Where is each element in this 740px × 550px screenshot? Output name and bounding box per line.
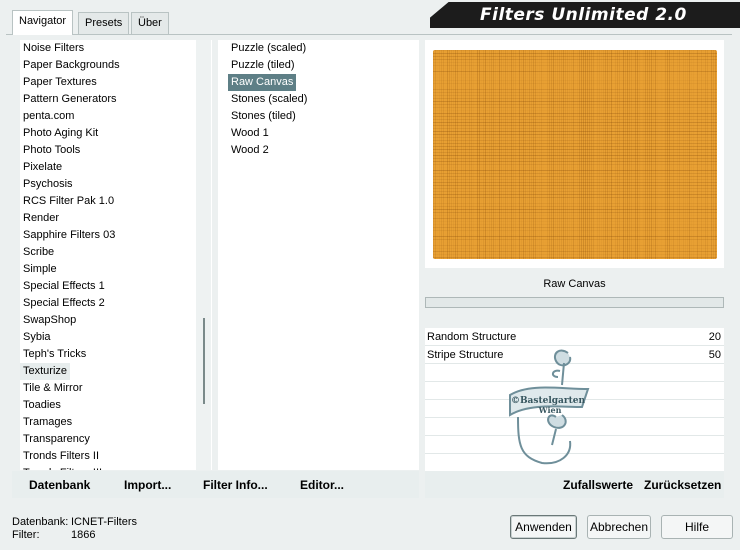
app-title: Filters Unlimited 2.0: [480, 5, 687, 25]
category-item[interactable]: Photo Aging Kit: [20, 125, 101, 142]
preview-image: [433, 50, 717, 259]
category-item[interactable]: Paper Backgrounds: [20, 57, 123, 74]
randomize-button[interactable]: Zufallswerte: [563, 478, 633, 492]
category-item[interactable]: Paper Textures: [20, 74, 100, 91]
param-label: Random Structure: [427, 331, 517, 343]
category-item[interactable]: Photo Tools: [20, 142, 83, 159]
import-button[interactable]: Import...: [124, 478, 171, 492]
category-item[interactable]: Special Effects 1: [20, 278, 108, 295]
filter-item[interactable]: Puzzle (tiled): [228, 57, 298, 74]
filter-list[interactable]: Puzzle (scaled) Puzzle (tiled) Raw Canvas S…: [218, 40, 419, 470]
watermark-logo: ©Bastelgarten Wien: [509, 349, 590, 465]
app-title-banner: Filters Unlimited 2.0: [430, 2, 740, 28]
category-item[interactable]: Tile & Mirror: [20, 380, 85, 397]
category-item[interactable]: Pattern Generators: [20, 91, 120, 108]
tab-navigator[interactable]: Navigator: [12, 10, 74, 35]
param-value[interactable]: 20: [709, 328, 721, 346]
filter-info-button[interactable]: Filter Info...: [203, 478, 268, 492]
category-item[interactable]: Toadies: [20, 397, 64, 414]
current-filter-name: Raw Canvas: [425, 273, 724, 295]
category-list[interactable]: Noise Filters Paper Backgrounds Paper Text…: [20, 40, 212, 470]
category-item[interactable]: Tramages: [20, 414, 75, 431]
category-item[interactable]: Special Effects 2: [20, 295, 108, 312]
category-item[interactable]: RCS Filter Pak 1.0: [20, 193, 117, 210]
category-item[interactable]: Texturize: [20, 363, 71, 380]
help-button[interactable]: Hilfe: [661, 515, 733, 539]
datenbank-button[interactable]: Datenbank: [29, 478, 90, 492]
tab-divider: [6, 34, 732, 35]
category-item[interactable]: Scribe: [20, 244, 57, 261]
database-label: Datenbank:: [12, 516, 69, 528]
category-item[interactable]: Sapphire Filters 03: [20, 227, 118, 244]
category-item[interactable]: SwapShop: [20, 312, 79, 329]
category-item[interactable]: Psychosis: [20, 176, 76, 193]
filter-item[interactable]: Stones (scaled): [228, 91, 310, 108]
category-item[interactable]: Render: [20, 210, 62, 227]
filter-item[interactable]: Wood 1: [228, 125, 272, 142]
category-item[interactable]: penta.com: [20, 108, 77, 125]
filter-item[interactable]: Puzzle (scaled): [228, 40, 309, 57]
tab-presets[interactable]: Presets: [78, 12, 130, 34]
param-value[interactable]: 50: [709, 346, 721, 364]
reset-button[interactable]: Zurücksetzen: [644, 478, 721, 492]
category-item[interactable]: Noise Filters: [20, 40, 87, 57]
category-item[interactable]: Tronds Filters II: [20, 448, 102, 465]
filter-item[interactable]: Wood 2: [228, 142, 272, 159]
category-scrollbar[interactable]: [196, 40, 211, 470]
category-item[interactable]: Sybia: [20, 329, 54, 346]
category-item[interactable]: Tronds Filters III: [20, 465, 105, 470]
category-item[interactable]: Simple: [20, 261, 60, 278]
tab-ueber[interactable]: Über: [131, 12, 169, 34]
filter-count-label: Filter:: [12, 529, 40, 541]
cancel-button[interactable]: Abbrechen: [587, 515, 651, 539]
watermark-text-2: Wien: [538, 405, 562, 415]
filter-item[interactable]: Stones (tiled): [228, 108, 299, 125]
preview-panel: [425, 40, 724, 268]
apply-button[interactable]: Anwenden: [510, 515, 577, 539]
category-item[interactable]: Pixelate: [20, 159, 65, 176]
category-item[interactable]: Transparency: [20, 431, 93, 448]
param-row-random-structure[interactable]: Random Structure 20: [425, 328, 724, 346]
filter-count-value: 1866: [71, 529, 96, 541]
filter-item[interactable]: Raw Canvas: [228, 74, 297, 91]
database-value: ICNET-Filters: [71, 516, 137, 528]
progress-bar: [425, 297, 724, 308]
param-label: Stripe Structure: [427, 349, 504, 361]
category-item[interactable]: Teph's Tricks: [20, 346, 89, 363]
editor-button[interactable]: Editor...: [300, 478, 344, 492]
category-scroll-thumb[interactable]: [203, 318, 205, 404]
